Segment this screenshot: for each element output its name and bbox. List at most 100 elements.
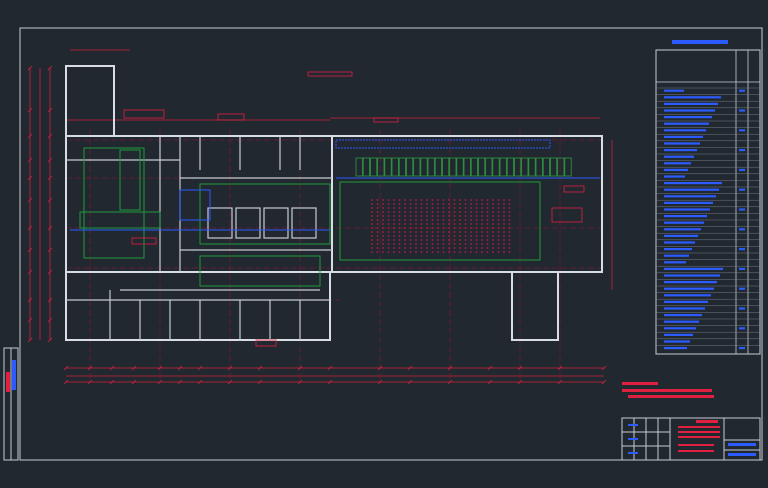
grid-dot: [464, 223, 467, 225]
grid-dot: [376, 203, 379, 205]
legend-row-text: [664, 281, 717, 284]
grid-dot: [486, 251, 489, 253]
grid-dot: [431, 211, 434, 213]
grid-dot: [448, 223, 450, 225]
grid-dot: [431, 227, 434, 229]
grid-dot: [470, 211, 472, 213]
grid-dot: [453, 243, 456, 245]
grid-dot: [415, 211, 417, 213]
grid-dot: [497, 219, 500, 221]
grid-dot: [404, 231, 406, 233]
grid-dot: [382, 251, 384, 253]
grid-dot: [442, 243, 445, 245]
grid-dot: [415, 231, 417, 233]
legend-row-text: [664, 347, 687, 350]
drawing-canvas[interactable]: [0, 0, 768, 488]
grid-dot: [415, 235, 417, 237]
grid-dot: [409, 211, 412, 213]
grid-dot: [382, 227, 384, 229]
legend-row-text: [664, 89, 684, 92]
grid-dot: [503, 199, 505, 201]
grid-dot: [387, 239, 390, 241]
grid-dot: [404, 211, 406, 213]
grid-dot: [393, 239, 395, 241]
grid-dot: [486, 199, 489, 201]
grid-dot: [437, 219, 439, 221]
grid-dot: [481, 207, 483, 209]
grid-dot: [409, 227, 412, 229]
grid-dot: [475, 243, 478, 245]
grid-dot: [464, 235, 467, 237]
grid-dot: [371, 243, 373, 245]
grid-dot: [387, 231, 390, 233]
grid-dot: [387, 223, 390, 225]
grid-dot: [503, 243, 505, 245]
grid-dot: [420, 247, 423, 249]
grid-dot: [453, 223, 456, 225]
grid-dot: [508, 235, 511, 237]
grid-dot: [398, 223, 401, 225]
legend-row-text: [664, 261, 686, 264]
grid-dot: [404, 247, 406, 249]
grid-dot: [448, 231, 450, 233]
grid-dot: [387, 251, 390, 253]
grid-dot: [459, 215, 461, 217]
grid-dot: [508, 207, 511, 209]
grid-dot: [387, 215, 390, 217]
grid-dot: [497, 247, 500, 249]
grid-dot: [376, 247, 379, 249]
grid-dot: [376, 211, 379, 213]
grid-dot: [382, 199, 384, 201]
grid-dot: [492, 199, 494, 201]
legend-row-count: [739, 228, 745, 231]
grid-dot: [453, 215, 456, 217]
legend-row-text: [664, 135, 703, 138]
grid-dot: [470, 227, 472, 229]
grid-dot: [376, 243, 379, 245]
grid-dot: [481, 219, 483, 221]
grid-dot: [475, 247, 478, 249]
grid-dot: [470, 239, 472, 241]
grid-dot: [420, 223, 423, 225]
grid-dot: [486, 243, 489, 245]
grid-dot: [464, 247, 467, 249]
grid-dot: [398, 203, 401, 205]
grid-dot: [420, 211, 423, 213]
grid-dot: [387, 211, 390, 213]
grid-dot: [486, 231, 489, 233]
grid-dot: [371, 247, 373, 249]
grid-dot: [426, 231, 428, 233]
legend-row-text: [664, 188, 719, 191]
grid-dot: [448, 215, 450, 217]
grid-dot: [398, 207, 401, 209]
grid-dot: [371, 211, 373, 213]
grid-dot: [431, 251, 434, 253]
grid-dot: [371, 219, 373, 221]
grid-dot: [426, 199, 428, 201]
grid-dot: [393, 219, 395, 221]
legend-row-text: [664, 221, 704, 224]
grid-dot: [508, 219, 511, 221]
grid-dot: [475, 223, 478, 225]
grid-dot: [508, 203, 511, 205]
legend-row-text: [664, 228, 701, 231]
grid-dot: [475, 211, 478, 213]
grid-dot: [470, 219, 472, 221]
legend-row-text: [664, 300, 708, 303]
grid-dot: [420, 239, 423, 241]
grid-dot: [398, 243, 401, 245]
grid-dot: [371, 239, 373, 241]
grid-dot: [475, 215, 478, 217]
grid-dot: [371, 203, 373, 205]
grid-dot: [387, 243, 390, 245]
grid-dot: [453, 207, 456, 209]
grid-dot: [453, 227, 456, 229]
legend-row-text: [664, 155, 694, 158]
legend-row-text: [664, 149, 697, 152]
grid-dot: [415, 203, 417, 205]
grid-dot: [442, 247, 445, 249]
grid-dot: [431, 239, 434, 241]
grid-dot: [431, 235, 434, 237]
grid-dot: [437, 227, 439, 229]
grid-dot: [431, 207, 434, 209]
